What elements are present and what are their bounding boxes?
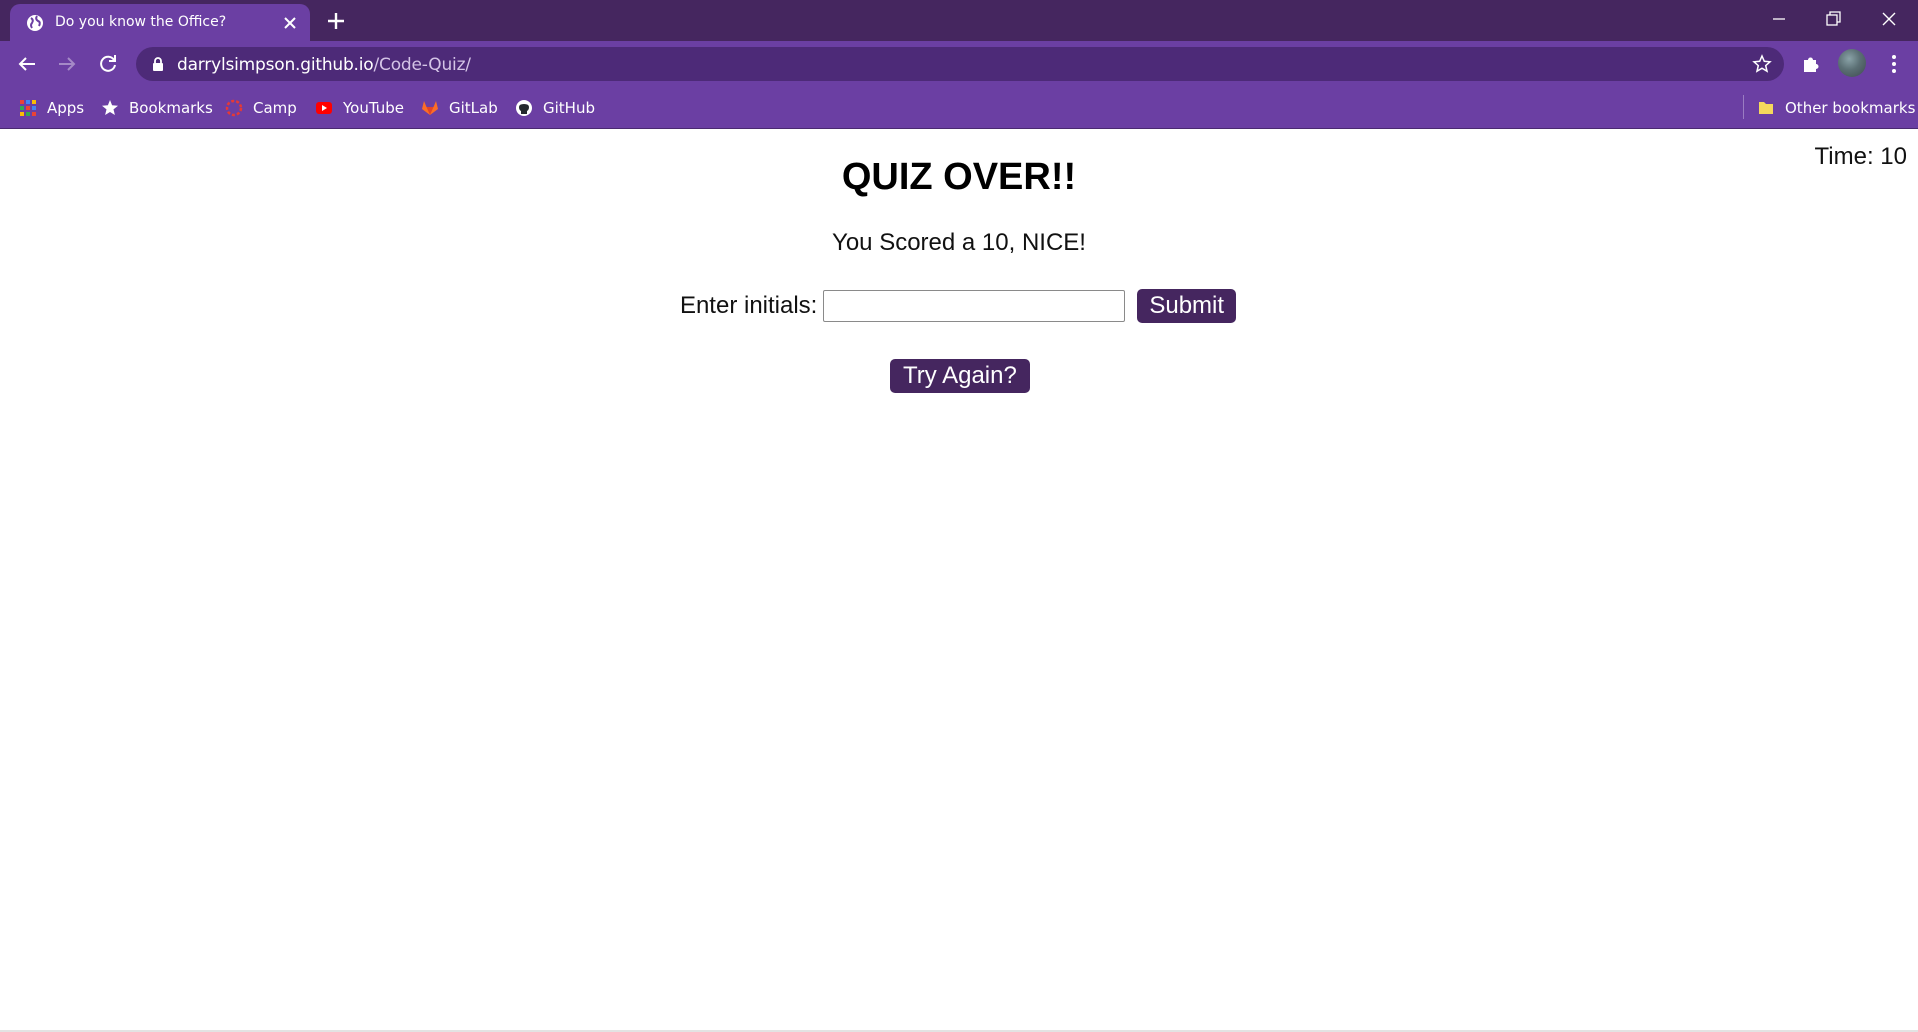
url-text: darrylsimpson.github.io/Code-Quiz/ xyxy=(177,55,471,75)
apps-grid-icon xyxy=(20,100,36,116)
tab-strip: Do you know the Office? xyxy=(0,0,1918,41)
tab-title: Do you know the Office? xyxy=(55,14,227,30)
bookmark-label: YouTube xyxy=(343,99,404,117)
github-icon xyxy=(516,100,532,116)
submit-button[interactable]: Submit xyxy=(1137,289,1237,323)
star-icon xyxy=(102,100,118,115)
bookmark-label: Bookmarks xyxy=(129,99,213,117)
globe-icon xyxy=(27,15,43,31)
score-text: You Scored a 10, NICE! xyxy=(832,229,1086,256)
restore-icon[interactable] xyxy=(1822,8,1844,30)
minimize-icon[interactable] xyxy=(1768,8,1790,30)
youtube-icon xyxy=(316,102,332,114)
initials-input[interactable] xyxy=(823,290,1126,322)
browser-toolbar: darrylsimpson.github.io/Code-Quiz/ xyxy=(0,41,1918,87)
bookmark-star-icon[interactable] xyxy=(1752,54,1772,74)
address-bar[interactable]: darrylsimpson.github.io/Code-Quiz/ xyxy=(136,47,1784,81)
browser-tab[interactable]: Do you know the Office? xyxy=(10,4,310,41)
bookmark-label: GitHub xyxy=(543,99,595,117)
reload-icon[interactable] xyxy=(96,52,120,76)
close-icon[interactable] xyxy=(282,15,298,31)
initials-label: Enter initials: xyxy=(679,292,818,319)
gitlab-icon xyxy=(422,101,438,115)
try-again-button[interactable]: Try Again? xyxy=(890,359,1030,393)
menu-kebab-icon[interactable] xyxy=(1882,52,1906,76)
bookmark-label: GitLab xyxy=(449,99,498,117)
url-path: /Code-Quiz/ xyxy=(373,55,472,75)
page-content: Time: 10 QUIZ OVER!! You Scored a 10, NI… xyxy=(0,129,1918,1032)
back-arrow-icon[interactable] xyxy=(15,52,39,76)
camp-icon xyxy=(225,99,243,117)
folder-icon xyxy=(1759,102,1773,114)
bookmark-bookmarks[interactable]: Bookmarks xyxy=(101,97,213,119)
forward-arrow-icon[interactable] xyxy=(55,52,79,76)
url-domain: darrylsimpson.github.io xyxy=(177,55,374,75)
page-title: QUIZ OVER!! xyxy=(841,156,1077,198)
bookmarks-bar: Apps Bookmarks Camp YouTube GitLab GitHu… xyxy=(0,87,1918,129)
bookmark-label: Apps xyxy=(47,99,85,117)
bookmarks-divider xyxy=(1743,95,1744,119)
lock-icon[interactable] xyxy=(150,56,166,72)
bookmark-camp[interactable]: Camp xyxy=(225,97,297,119)
bookmark-apps[interactable]: Apps xyxy=(19,97,84,119)
bookmark-gitlab[interactable]: GitLab xyxy=(421,97,498,119)
new-tab-icon[interactable] xyxy=(326,11,346,31)
bookmark-label: Camp xyxy=(253,99,297,117)
close-window-icon[interactable] xyxy=(1878,8,1900,30)
bookmark-youtube[interactable]: YouTube xyxy=(315,97,404,119)
extensions-puzzle-icon[interactable] xyxy=(1800,52,1824,76)
profile-avatar[interactable] xyxy=(1838,49,1866,77)
initials-form: Enter initials: Submit xyxy=(0,288,1918,324)
bookmark-github[interactable]: GitHub xyxy=(515,97,595,119)
other-bookmarks-label: Other bookmarks xyxy=(1785,99,1916,117)
bookmark-other[interactable]: Other bookmarks xyxy=(1757,97,1915,119)
